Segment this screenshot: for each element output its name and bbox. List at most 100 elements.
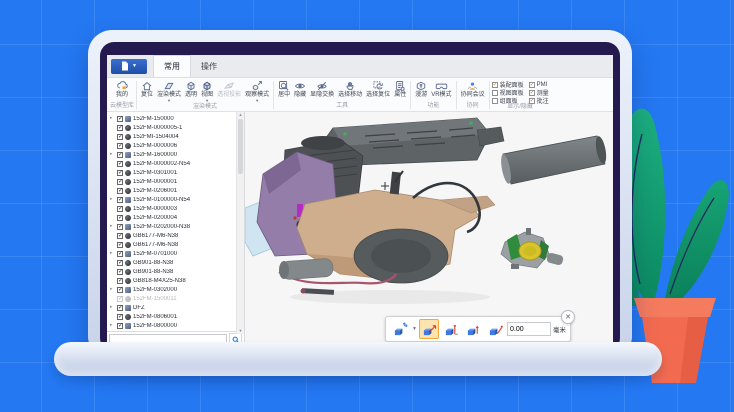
expand-arrow-icon[interactable] <box>110 305 115 310</box>
tree-checkbox[interactable] <box>117 160 123 167</box>
expand-arrow-icon[interactable] <box>110 116 115 121</box>
expand-arrow-icon[interactable] <box>110 287 115 292</box>
tree-checkbox[interactable] <box>117 142 123 149</box>
expand-arrow-icon[interactable] <box>110 314 115 319</box>
tree-row[interactable]: 152FM-0202000-N38 <box>107 222 244 231</box>
tree-row[interactable]: 152FM-150000 <box>107 114 244 123</box>
tree-checkbox[interactable] <box>117 322 123 329</box>
expand-arrow-icon[interactable] <box>110 296 115 301</box>
tree-checkbox[interactable] <box>117 232 123 239</box>
observe-mode-button[interactable]: 观察模式 ▼ <box>243 79 271 104</box>
tree-row[interactable]: 152FM-0200004 <box>107 213 244 222</box>
expand-arrow-icon[interactable] <box>110 242 115 247</box>
explode-custom-button[interactable] <box>485 319 505 339</box>
tree-checkbox[interactable] <box>117 178 123 185</box>
tree-checkbox[interactable] <box>117 205 123 212</box>
tree-row[interactable]: 152FM-1600000 <box>107 150 244 159</box>
tree-row[interactable]: GB6177-M6-N38 <box>107 240 244 249</box>
visibility-swap-button[interactable]: 显隐交换 <box>308 79 336 100</box>
expand-arrow-icon[interactable] <box>110 170 115 175</box>
perspective-projection-button[interactable]: 透视投影 <box>215 79 243 100</box>
render-mode-button[interactable]: 渲染模式 ▼ <box>155 79 183 104</box>
tree-row[interactable]: GB6177-M6-N38 <box>107 231 244 240</box>
expand-arrow-icon[interactable] <box>110 224 115 229</box>
expand-arrow-icon[interactable] <box>110 125 115 130</box>
transparent-button[interactable]: 透明 <box>183 79 199 100</box>
tree-row[interactable]: GB901-88-N38 <box>107 258 244 267</box>
expand-arrow-icon[interactable] <box>110 134 115 139</box>
scroll-up-icon[interactable]: ▲ <box>239 112 243 118</box>
tree-row[interactable]: 152FM-0302000 <box>107 285 244 294</box>
hide-button[interactable]: 隐藏 <box>292 79 308 100</box>
expand-arrow-icon[interactable] <box>110 206 115 211</box>
tree-row[interactable]: GB818-M4X25-N38 <box>107 276 244 285</box>
tree-row[interactable]: DFZ <box>107 303 244 312</box>
carburetor[interactable] <box>500 228 564 269</box>
expand-arrow-icon[interactable] <box>110 260 115 265</box>
explode-distance-input[interactable] <box>507 322 551 336</box>
expand-arrow-icon[interactable] <box>110 188 115 193</box>
expand-arrow-icon[interactable] <box>110 269 115 274</box>
tree-row[interactable]: GB901-88-N38 <box>107 267 244 276</box>
tree-checkbox[interactable] <box>117 223 123 230</box>
tree-row[interactable]: 152FM-0000003 <box>107 204 244 213</box>
roam-button[interactable]: 漫游 <box>413 79 429 100</box>
select-reset-button[interactable]: 选择复位 <box>364 79 392 100</box>
expand-arrow-icon[interactable] <box>110 215 115 220</box>
my-models-button[interactable]: 我的 <box>114 79 131 100</box>
tree-checkbox[interactable] <box>117 259 123 266</box>
explode-free-button[interactable] <box>390 319 410 339</box>
expand-arrow-icon[interactable] <box>110 179 115 184</box>
expand-arrow-icon[interactable] <box>110 233 115 238</box>
tree-checkbox[interactable] <box>117 268 123 275</box>
expand-arrow-icon[interactable] <box>110 197 115 202</box>
explode-vertical-button[interactable] <box>463 319 483 339</box>
reset-view-button[interactable]: 复位 <box>139 79 155 100</box>
expand-arrow-icon[interactable] <box>110 278 115 283</box>
panel-checkbox[interactable]: PMI <box>528 81 549 88</box>
file-menu-button[interactable]: ▼ <box>111 58 147 74</box>
panel-checkbox[interactable]: 测量 <box>528 89 549 97</box>
view-button[interactable]: 视图 ▼ <box>199 79 215 104</box>
tree-checkbox[interactable] <box>117 295 123 302</box>
tree-checkbox[interactable] <box>117 250 123 257</box>
expand-arrow-icon[interactable] <box>110 143 115 148</box>
panel-checkbox[interactable]: 装配面板 <box>491 81 524 89</box>
expand-arrow-icon[interactable] <box>110 323 115 328</box>
explode-diagonal-button[interactable] <box>419 319 439 339</box>
tree-row[interactable]: 152FM-0301001 <box>107 168 244 177</box>
explode-dropdown-caret-icon[interactable]: ▼ <box>412 326 417 332</box>
tree-row[interactable]: 152FM-0206001 <box>107 186 244 195</box>
tree-checkbox[interactable] <box>117 214 123 221</box>
tree-row[interactable]: 152FM-0000006 <box>107 141 244 150</box>
panel-checkbox[interactable]: 组面板 <box>491 97 524 105</box>
tree-checkbox[interactable] <box>117 313 123 320</box>
tab-common[interactable]: 常用 <box>153 55 191 77</box>
tree-row[interactable]: 152FM-0806001 <box>107 312 244 321</box>
tree-checkbox[interactable] <box>117 133 123 140</box>
tree-checkbox[interactable] <box>117 124 123 131</box>
tree-checkbox[interactable] <box>117 277 123 284</box>
model-viewport[interactable]: ▼ 0.00 毫米 ✕ <box>245 112 613 347</box>
select-move-button[interactable]: 选择移动 <box>336 79 364 100</box>
collab-meeting-button[interactable]: 协同会议 <box>459 79 487 100</box>
tree-row[interactable]: 152FM-0000002-N54 <box>107 159 244 168</box>
tree-row[interactable]: 152FM-0000005-1 <box>107 123 244 132</box>
tree-checkbox[interactable] <box>117 304 123 311</box>
expand-arrow-icon[interactable] <box>110 161 115 166</box>
expand-arrow-icon[interactable] <box>110 251 115 256</box>
center-button[interactable]: 居中 <box>276 79 292 100</box>
fan-cover[interactable] <box>353 228 449 284</box>
tree-checkbox[interactable] <box>117 196 123 203</box>
exhaust-muffler[interactable] <box>499 135 608 185</box>
tree-row[interactable]: 152FMI-1504004 <box>107 132 244 141</box>
panel-checkbox[interactable]: 视图面板 <box>491 89 524 97</box>
tree-row[interactable]: 152FM-0701000 <box>107 249 244 258</box>
tree-checkbox[interactable] <box>117 187 123 194</box>
properties-button[interactable]: 属性 <box>392 79 408 100</box>
tab-operation[interactable]: 操作 <box>191 56 227 77</box>
tree-checkbox[interactable] <box>117 151 123 158</box>
tree-checkbox[interactable] <box>117 241 123 248</box>
tree-row[interactable]: 152FM-0100000-N54 <box>107 195 244 204</box>
tree-scrollbar[interactable]: ▲ ▼ <box>236 112 244 334</box>
